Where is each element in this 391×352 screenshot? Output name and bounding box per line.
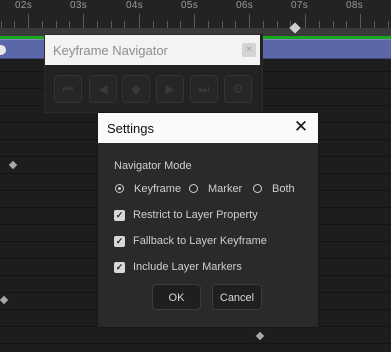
- ruler-tick: [388, 21, 389, 28]
- ruler-tick: [14, 21, 15, 28]
- keyframe-navigator-panel: Keyframe Navigator × ⏮ ◀ ◆ ▶ ⏭ ⚙: [44, 34, 263, 113]
- ok-button[interactable]: OK: [152, 284, 201, 310]
- ruler-tick: [56, 21, 57, 28]
- settings-gear-button[interactable]: ⚙: [224, 75, 252, 103]
- keyframe-icon[interactable]: [0, 295, 9, 305]
- ruler-tick: [305, 14, 306, 28]
- ruler-label-05s: 05s: [181, 0, 199, 11]
- settings-dialog: Settings ✕ Navigator Mode Keyframe Marke…: [97, 112, 319, 328]
- ruler-tick: [263, 21, 264, 28]
- ruler-tick: [139, 14, 140, 28]
- prev-keyframe-button[interactable]: ◀: [89, 75, 117, 103]
- ruler-tick: [208, 21, 209, 28]
- ruler-tick: [124, 21, 125, 28]
- dialog-titlebar[interactable]: Settings ✕: [98, 113, 318, 143]
- ruler-tick: [194, 14, 195, 28]
- last-keyframe-button[interactable]: ⏭: [190, 75, 218, 103]
- include-layer-markers-label[interactable]: Include Layer Markers: [133, 261, 242, 273]
- ruler-tick: [83, 14, 84, 28]
- ruler-label-04s: 04s: [126, 0, 144, 11]
- time-ruler[interactable]: 02s 03s 04s 05s 06s 07s 08s: [0, 0, 391, 28]
- ruler-tick: [1, 21, 2, 28]
- restrict-layer-property-label[interactable]: Restrict to Layer Property: [133, 209, 258, 221]
- next-keyframe-button[interactable]: ▶: [156, 75, 184, 103]
- fallback-layer-keyframe-label[interactable]: Fallback to Layer Keyframe: [133, 235, 267, 247]
- ruler-tick: [42, 21, 43, 28]
- navigator-title: Keyframe Navigator: [53, 43, 168, 58]
- radio-both-label[interactable]: Both: [272, 183, 295, 195]
- dialog-title: Settings: [107, 121, 154, 136]
- ruler-tick: [374, 21, 375, 28]
- ruler-tick: [153, 21, 154, 28]
- radio-keyframe-label[interactable]: Keyframe: [134, 183, 181, 195]
- ruler-tick: [277, 21, 278, 28]
- close-icon[interactable]: ✕: [292, 118, 310, 136]
- ruler-tick: [167, 21, 168, 28]
- ruler-tick: [97, 21, 98, 28]
- ruler-label-02s: 02s: [15, 0, 33, 11]
- restrict-layer-property-checkbox[interactable]: ✓: [114, 210, 125, 221]
- ruler-label-08s: 08s: [346, 0, 364, 11]
- keyframe-icon[interactable]: [8, 160, 18, 170]
- ruler-label-06s: 06s: [236, 0, 254, 11]
- ruler-tick: [69, 21, 70, 28]
- ruler-tick: [28, 14, 29, 28]
- row-divider: [0, 343, 391, 344]
- first-keyframe-button[interactable]: ⏮: [54, 75, 82, 103]
- ruler-tick: [235, 21, 236, 28]
- ruler-tick: [180, 21, 181, 28]
- ruler-tick: [319, 21, 320, 28]
- ruler-tick: [333, 21, 334, 28]
- navigator-mode-label: Navigator Mode: [114, 160, 192, 172]
- ruler-tick: [111, 21, 112, 28]
- fallback-layer-keyframe-checkbox[interactable]: ✓: [114, 236, 125, 247]
- ruler-tick: [346, 21, 347, 28]
- radio-keyframe[interactable]: [115, 184, 124, 193]
- ruler-tick: [222, 21, 223, 28]
- keyframe-icon[interactable]: [255, 331, 265, 341]
- add-keyframe-button[interactable]: ◆: [122, 75, 150, 103]
- radio-both[interactable]: [253, 184, 262, 193]
- ruler-label-07s: 07s: [291, 0, 309, 11]
- navigator-titlebar[interactable]: Keyframe Navigator ×: [45, 35, 260, 65]
- radio-marker[interactable]: [189, 184, 198, 193]
- close-icon[interactable]: ×: [242, 43, 256, 57]
- include-layer-markers-checkbox[interactable]: ✓: [114, 262, 125, 273]
- ruler-tick: [360, 14, 361, 28]
- radio-marker-label[interactable]: Marker: [208, 183, 242, 195]
- ruler-tick: [249, 14, 250, 28]
- ruler-label-03s: 03s: [70, 0, 88, 11]
- cancel-button[interactable]: Cancel: [212, 284, 262, 310]
